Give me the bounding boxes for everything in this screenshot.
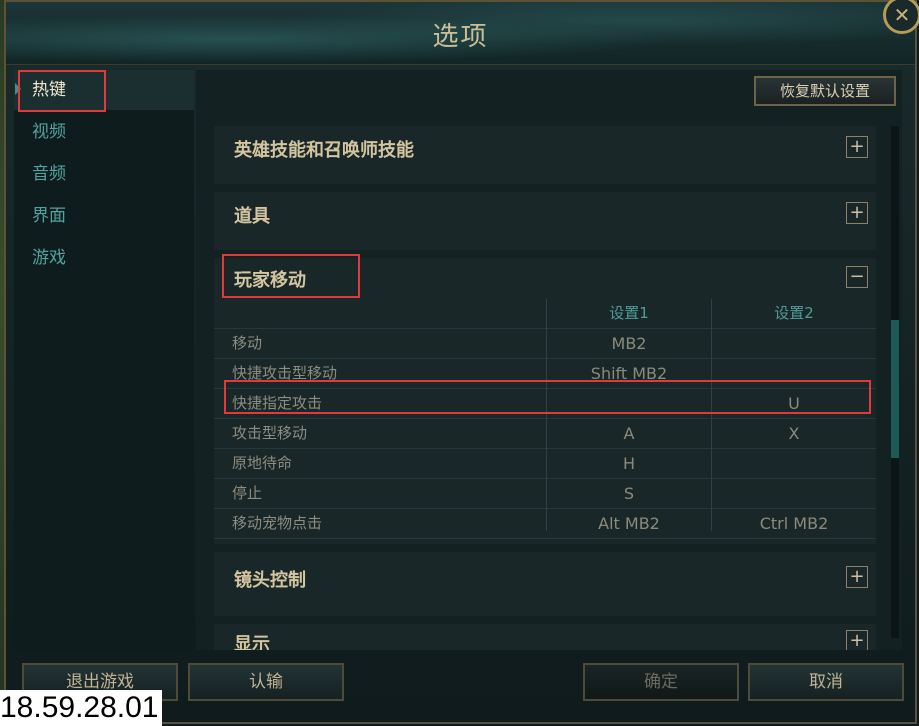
table-row: 移动 MB2 — [214, 329, 876, 359]
restore-defaults-button[interactable]: 恢复默认设置 — [754, 76, 896, 106]
timestamp-overlay: 18.59.28.01 — [0, 690, 163, 726]
sidebar-item-audio[interactable]: 音频 — [14, 154, 194, 194]
column-header-set2: 设置2 — [774, 304, 814, 322]
keybind-slot-2[interactable] — [712, 449, 876, 478]
table-row: 攻击型移动 A X — [214, 419, 876, 449]
action-name: 原地待命 — [232, 454, 293, 472]
movement-keybind-table: 设置1 设置2 移动 MB2 快捷攻击型移动 Shift MB2 快捷指定攻击 … — [214, 299, 876, 539]
section-items[interactable]: 道具 + — [214, 192, 876, 250]
keybind-slot-2[interactable] — [712, 479, 876, 508]
sidebar-item-label: 音频 — [32, 164, 66, 184]
action-name: 攻击型移动 — [232, 424, 308, 442]
action-name: 停止 — [232, 484, 263, 502]
window-title: 选项 — [432, 22, 489, 52]
table-row: 移动宠物点击 Alt MB2 Ctrl MB2 — [214, 509, 876, 539]
section-title: 镜头控制 — [234, 570, 306, 591]
surrender-button[interactable]: 认输 — [188, 663, 344, 701]
collapse-icon[interactable]: − — [846, 266, 868, 288]
expand-icon[interactable]: + — [846, 136, 868, 158]
close-icon[interactable]: ✕ — [883, 0, 919, 34]
keybind-slot-1[interactable] — [547, 389, 711, 418]
action-name: 快捷攻击型移动 — [232, 364, 338, 382]
section-abilities[interactable]: 英雄技能和召唤师技能 + — [214, 126, 876, 184]
sidebar-item-game[interactable]: 游戏 — [14, 238, 194, 278]
sidebar: 热键 视频 音频 界面 游戏 — [14, 70, 194, 650]
keybind-slot-1[interactable]: Alt MB2 — [547, 509, 711, 538]
keybind-slot-1[interactable]: Shift MB2 — [547, 359, 711, 388]
keybind-slot-1[interactable]: A — [547, 419, 711, 448]
keybind-slot-2[interactable] — [712, 359, 876, 388]
table-row: 快捷指定攻击 U — [214, 389, 876, 419]
keybind-slot-1[interactable]: MB2 — [547, 329, 711, 358]
column-divider — [711, 299, 712, 531]
table-row: 快捷攻击型移动 Shift MB2 — [214, 359, 876, 389]
keybind-slot-1[interactable]: S — [547, 479, 711, 508]
keybind-slot-2[interactable] — [712, 329, 876, 358]
confirm-button[interactable]: 确定 — [583, 663, 739, 701]
keybind-slot-1[interactable]: H — [547, 449, 711, 478]
section-title: 英雄技能和召唤师技能 — [234, 140, 414, 161]
action-name: 移动 — [232, 334, 263, 352]
keybind-slot-2[interactable]: X — [712, 419, 876, 448]
title-bar: 选项 — [6, 2, 915, 65]
action-name: 移动宠物点击 — [232, 514, 323, 532]
column-divider — [546, 299, 547, 531]
cancel-button[interactable]: 取消 — [748, 663, 904, 701]
scrollbar-thumb[interactable] — [891, 320, 899, 458]
section-title: 道具 — [234, 206, 270, 227]
sidebar-item-interface[interactable]: 界面 — [14, 196, 194, 236]
table-row: 停止 S — [214, 479, 876, 509]
sidebar-item-hotkeys[interactable]: 热键 — [14, 70, 194, 110]
action-name: 快捷指定攻击 — [232, 394, 323, 412]
expand-icon[interactable]: + — [846, 202, 868, 224]
table-row: 原地待命 H — [214, 449, 876, 479]
section-camera[interactable]: 镜头控制 + — [214, 552, 876, 616]
keybind-slot-2[interactable]: Ctrl MB2 — [712, 509, 876, 538]
column-header-set1: 设置1 — [609, 304, 649, 322]
sidebar-item-label: 游戏 — [32, 248, 66, 268]
keybind-slot-2[interactable]: U — [712, 389, 876, 418]
section-title: 显示 — [234, 634, 270, 650]
sidebar-item-video[interactable]: 视频 — [14, 112, 194, 152]
sidebar-item-label: 视频 — [32, 122, 66, 142]
expand-icon[interactable]: + — [846, 566, 868, 588]
sidebar-item-label: 界面 — [32, 206, 66, 226]
section-display[interactable]: 显示 + — [214, 624, 876, 650]
section-title: 玩家移动 — [234, 270, 306, 291]
chevron-right-icon — [15, 83, 21, 95]
expand-icon[interactable]: + — [846, 630, 868, 650]
table-header: 设置1 设置2 — [214, 299, 876, 329]
sidebar-item-label: 热键 — [32, 80, 66, 100]
